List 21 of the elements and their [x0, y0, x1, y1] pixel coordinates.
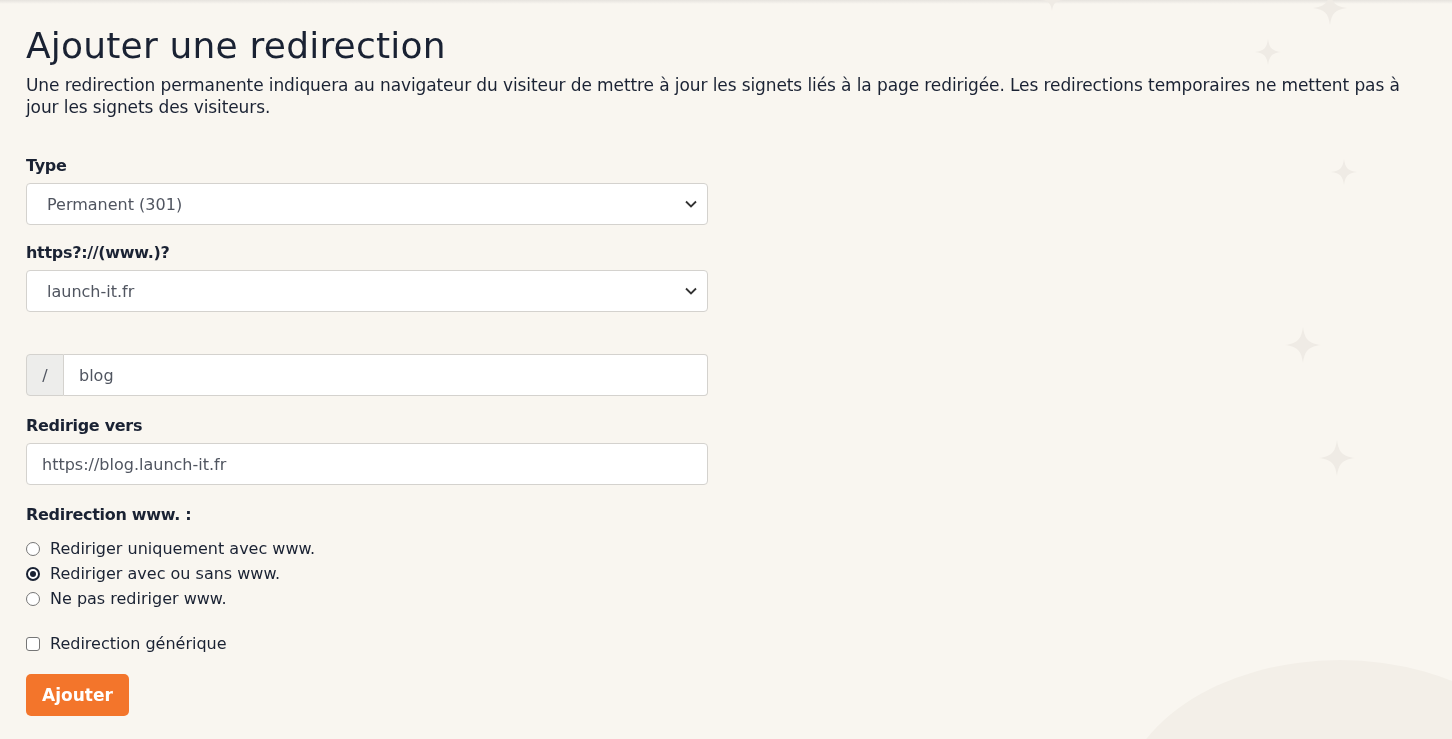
caret-icon [685, 287, 697, 295]
path-field[interactable]: blog [64, 354, 708, 396]
field-label: Redirige vers [26, 416, 144, 435]
radio-button[interactable] [26, 566, 40, 581]
domain-select[interactable]: launch-it.fr [26, 270, 708, 312]
page-title: Ajouter une redirection [26, 24, 446, 68]
field-label: Redirection www. : [26, 505, 193, 524]
radio-button[interactable] [26, 541, 40, 556]
checkbox[interactable] [26, 636, 40, 651]
field-label: https?://(www.)? [26, 243, 171, 262]
path-prefix: / [26, 354, 64, 396]
field-label: Type [26, 156, 68, 175]
description-text: Une redirection permanente indiquera au navigateur du visiteur de mettre à jour les signets liés à la page redirigée. Les redirections temporaires ne mettent pas à jour les signets des visiteurs. [26, 74, 1401, 118]
type-select[interactable]: Permanent (301) [26, 183, 708, 225]
caret-icon [685, 200, 697, 208]
radio-label[interactable]: Ne pas rediriger www. [50, 589, 227, 608]
radio-label[interactable]: Rediriger uniquement avec www. [50, 539, 316, 558]
checkbox-label[interactable]: Redirection générique [50, 634, 227, 653]
radio-label[interactable]: Rediriger avec ou sans www. [50, 564, 281, 583]
target-url-field[interactable]: https://blog.launch-it.fr [26, 443, 708, 485]
radio-button[interactable] [26, 591, 40, 606]
